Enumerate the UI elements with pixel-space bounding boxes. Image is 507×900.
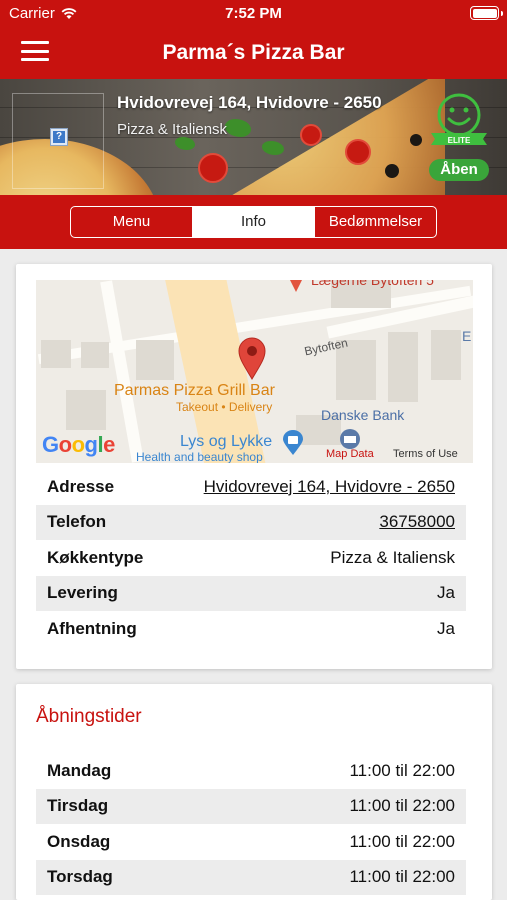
header-cuisine: Pizza & Italiensk (117, 121, 228, 138)
info-key: Adresse (47, 476, 115, 496)
battery-icon (470, 6, 503, 20)
map-view[interactable]: Lægerne Bytoften 5 E Bytoften Parmas Piz… (36, 280, 473, 463)
tab-reviews[interactable]: Bedømmelser (315, 207, 436, 237)
day-label: Onsdag (47, 831, 111, 851)
map-place-name: Parmas Pizza Grill Bar (114, 382, 275, 399)
phone-link[interactable]: 36758000 (379, 512, 455, 532)
terms-of-use-link[interactable]: Terms of Use (393, 448, 458, 460)
hours-row: Torsdag 11:00 til 22:00 (36, 859, 466, 895)
broken-image-icon: ? (50, 128, 68, 146)
info-key: Telefon (47, 512, 107, 532)
info-table: Adresse Hvidovrevej 164, Hvidovre - 2650… (36, 469, 466, 647)
elite-label: ELITE (448, 136, 471, 145)
hours-row: Onsdag 11:00 til 22:00 (36, 824, 466, 860)
info-card: Lægerne Bytoften 5 E Bytoften Parmas Piz… (16, 264, 492, 669)
hours-value: 11:00 til 22:00 (349, 867, 455, 887)
map-poi-pin-icon (290, 280, 302, 292)
hours-row: Mandag 11:00 til 22:00 (36, 753, 466, 789)
info-row-address: Adresse Hvidovrevej 164, Hvidovre - 2650 (36, 469, 466, 505)
bank-poi-icon (340, 429, 360, 449)
info-row-cuisine: Køkkentype Pizza & Italiensk (36, 540, 466, 576)
map-data-link[interactable]: Map Data (326, 448, 374, 460)
open-status-badge: Åben (429, 159, 489, 181)
info-key: Levering (47, 583, 118, 603)
map-label-bank: Danske Bank (321, 407, 405, 423)
map-label-doctors: Lægerne Bytoften 5 (311, 280, 434, 288)
tab-menu[interactable]: Menu (71, 207, 193, 237)
nav-bar: Parma´s Pizza Bar (0, 26, 507, 79)
header-address: Hvidovrevej 164, Hvidovre - 2650 (117, 93, 382, 112)
info-key: Køkkentype (47, 547, 144, 567)
info-row-pickup: Afhentning Ja (36, 611, 466, 647)
broken-image-glyph: ? (53, 131, 65, 143)
map-label-shop: Lys og Lykke (180, 433, 273, 450)
info-key: Afhentning (47, 618, 137, 638)
day-label: Tirsdag (47, 796, 109, 816)
info-row-delivery: Levering Ja (36, 575, 466, 611)
hours-row: Tirsdag 11:00 til 22:00 (36, 788, 466, 824)
info-value: Pizza & Italiensk (330, 547, 455, 567)
hours-value: 11:00 til 22:00 (349, 796, 455, 816)
shop-poi-icon (283, 430, 303, 455)
opening-hours-title: Åbningstider (36, 706, 142, 727)
hours-value: 11:00 til 22:00 (349, 831, 455, 851)
map-place-sub: Takeout • Delivery (176, 400, 273, 414)
status-bar: Carrier 7:52 PM (0, 0, 507, 26)
day-label: Torsdag (47, 867, 113, 887)
opening-hours-card: Åbningstider Mandag 11:00 til 22:00 Tirs… (16, 684, 492, 900)
google-logo: Google (42, 432, 115, 457)
tab-info[interactable]: Info (193, 207, 315, 237)
info-value: Ja (437, 583, 455, 603)
clock: 7:52 PM (225, 5, 282, 22)
info-row-phone: Telefon 36758000 (36, 504, 466, 540)
opening-hours-table: Mandag 11:00 til 22:00 Tirsdag 11:00 til… (36, 753, 466, 895)
map-label-shop-sub: Health and beauty shop (136, 450, 263, 463)
day-label: Mandag (47, 760, 112, 780)
map-label-corner: E (462, 328, 472, 344)
segmented-control: Menu Info Bedømmelser (70, 206, 437, 238)
map-pin-icon[interactable] (237, 336, 267, 380)
page-title: Parma´s Pizza Bar (162, 41, 345, 64)
elite-smiley-badge-icon: ELITE (431, 93, 487, 145)
hours-value: 11:00 til 22:00 (349, 760, 455, 780)
address-link[interactable]: Hvidovrevej 164, Hvidovre - 2650 (204, 477, 455, 497)
info-value: Ja (437, 618, 455, 638)
tab-bar: Menu Info Bedømmelser (0, 195, 507, 249)
